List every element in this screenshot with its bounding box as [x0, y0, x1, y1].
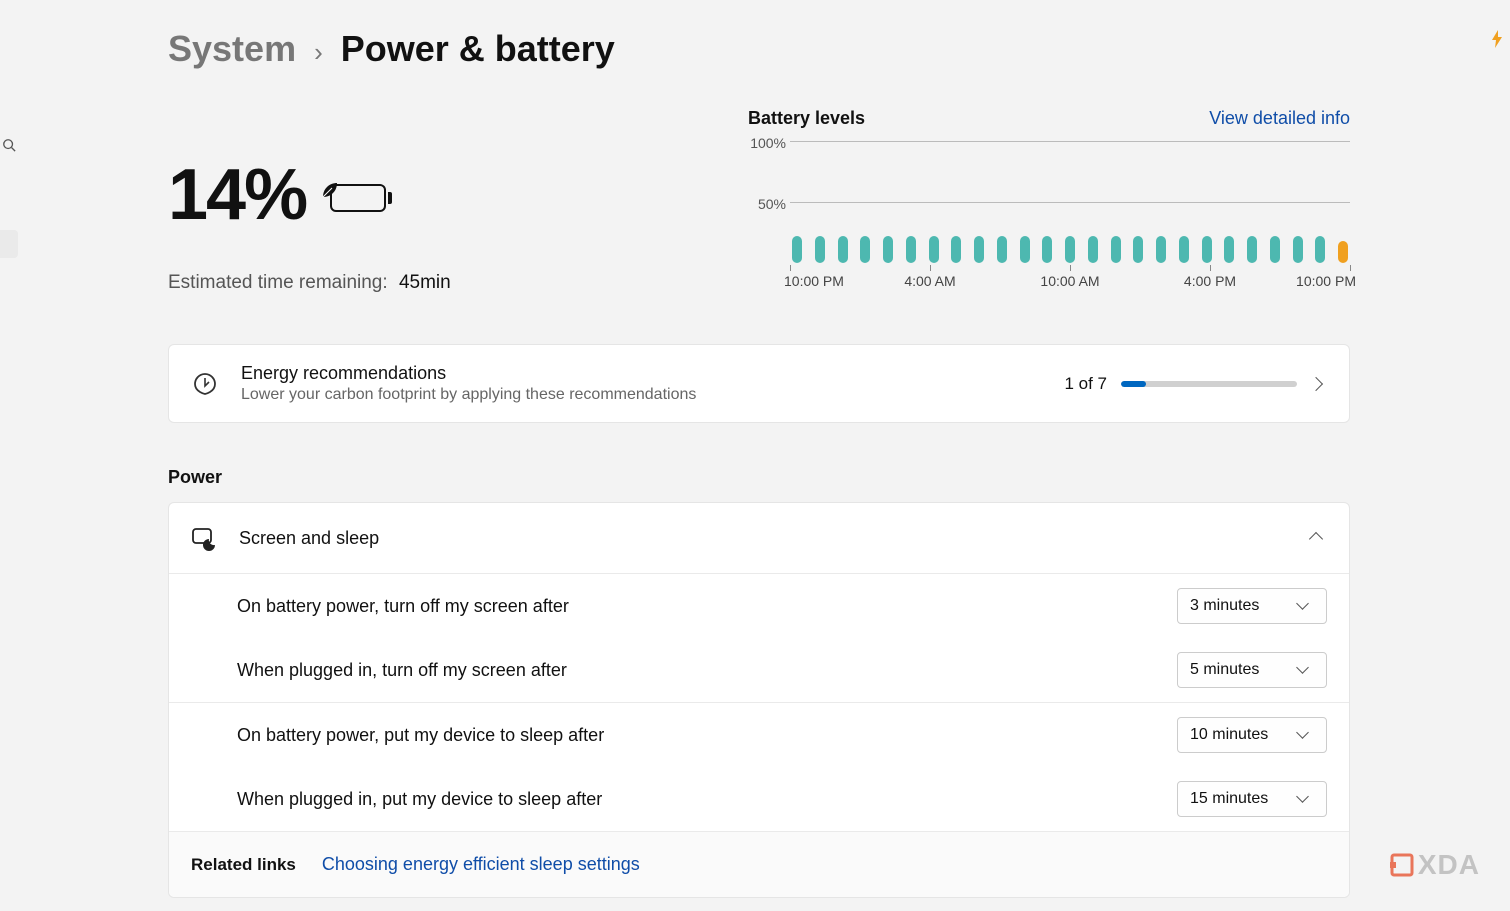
estimated-time-remaining: Estimated time remaining: 45min — [168, 272, 688, 294]
setting-row: When plugged in, put my device to sleep … — [169, 767, 1349, 831]
screen-sleep-icon — [191, 525, 217, 551]
chart-bar[interactable] — [997, 236, 1007, 263]
setting-row: On battery power, put my device to sleep… — [169, 702, 1349, 767]
x-axis-label: 4:00 PM — [1184, 273, 1236, 289]
chart-bar[interactable] — [883, 236, 893, 263]
chart-bar[interactable] — [1133, 236, 1143, 263]
setting-row: On battery power, turn off my screen aft… — [169, 573, 1349, 638]
chart-bar[interactable] — [1247, 236, 1257, 263]
chart-bar[interactable] — [1293, 236, 1303, 263]
x-axis-label: 10:00 PM — [1296, 273, 1356, 289]
energy-title: Energy recommendations — [241, 363, 1064, 384]
chart-bar[interactable] — [906, 236, 916, 263]
chevron-down-icon — [1298, 662, 1314, 678]
energy-subtitle: Lower your carbon footprint by applying … — [241, 386, 1064, 404]
chart-bar[interactable] — [1270, 236, 1280, 263]
chart-bar[interactable] — [1042, 236, 1052, 263]
related-link[interactable]: Choosing energy efficient sleep settings — [322, 854, 640, 875]
chevron-down-icon — [1298, 727, 1314, 743]
screen-sleep-header[interactable]: Screen and sleep — [169, 503, 1349, 573]
chart-bar[interactable] — [838, 236, 848, 263]
view-detailed-info-link[interactable]: View detailed info — [1209, 108, 1350, 129]
y-axis-label: 50% — [748, 196, 786, 212]
page-title: Power & battery — [341, 28, 615, 70]
screen-off-battery-dropdown[interactable]: 3 minutes — [1177, 588, 1327, 624]
chevron-right-icon — [1311, 376, 1327, 392]
related-links-row: Related links Choosing energy efficient … — [169, 831, 1349, 897]
battery-chart[interactable]: 100% 50% 10:00 PM4:00 AM10:00 AM4:00 PM1… — [748, 141, 1350, 291]
chevron-up-icon — [1311, 530, 1327, 546]
chart-bar[interactable] — [1338, 241, 1348, 263]
chevron-down-icon — [1298, 791, 1314, 807]
breadcrumb-parent[interactable]: System — [168, 28, 296, 70]
chart-bar[interactable] — [815, 236, 825, 263]
chevron-right-icon: › — [314, 37, 323, 68]
battery-icon — [326, 184, 390, 212]
chart-bar[interactable] — [974, 236, 984, 263]
screen-off-plugged-dropdown[interactable]: 5 minutes — [1177, 652, 1327, 688]
setting-label: When plugged in, put my device to sleep … — [237, 789, 602, 810]
leaf-icon — [320, 180, 340, 205]
chart-bar[interactable] — [860, 236, 870, 263]
breadcrumb: System › Power & battery — [168, 28, 1350, 70]
energy-progress — [1121, 381, 1297, 387]
nav-selection-pill — [0, 230, 18, 258]
power-section-label: Power — [168, 467, 1350, 488]
sleep-battery-dropdown[interactable]: 10 minutes — [1177, 717, 1327, 753]
y-axis-label: 100% — [748, 135, 786, 151]
setting-label: On battery power, put my device to sleep… — [237, 725, 604, 746]
watermark: XDA — [1390, 849, 1480, 881]
search-icon-edge — [0, 130, 18, 160]
screen-sleep-title: Screen and sleep — [239, 528, 1311, 549]
x-axis-label: 10:00 PM — [784, 273, 844, 289]
battery-percent: 14% — [168, 154, 306, 236]
chart-bar[interactable] — [1202, 236, 1212, 263]
energy-count: 1 of 7 — [1064, 374, 1107, 394]
related-links-label: Related links — [191, 855, 296, 875]
x-axis-label: 10:00 AM — [1040, 273, 1099, 289]
x-axis-label: 4:00 AM — [904, 273, 955, 289]
chart-bar[interactable] — [951, 236, 961, 263]
setting-label: On battery power, turn off my screen aft… — [237, 596, 569, 617]
chart-bar[interactable] — [792, 236, 802, 263]
chart-bar[interactable] — [1088, 236, 1098, 263]
energy-recommendations-card[interactable]: Energy recommendations Lower your carbon… — [168, 344, 1350, 423]
chart-bar[interactable] — [1156, 236, 1166, 263]
setting-label: When plugged in, turn off my screen afte… — [237, 660, 567, 681]
chart-bar[interactable] — [929, 236, 939, 263]
chart-bar[interactable] — [1224, 236, 1234, 263]
chart-bar[interactable] — [1065, 236, 1075, 263]
setting-row: When plugged in, turn off my screen afte… — [169, 638, 1349, 702]
sleep-plugged-dropdown[interactable]: 15 minutes — [1177, 781, 1327, 817]
screen-sleep-card: Screen and sleep On battery power, turn … — [168, 502, 1350, 898]
chart-bar[interactable] — [1020, 236, 1030, 263]
charging-icon — [1490, 30, 1504, 53]
chart-bar[interactable] — [1111, 236, 1121, 263]
chart-bar[interactable] — [1315, 236, 1325, 263]
energy-icon — [191, 370, 219, 398]
chart-title: Battery levels — [748, 108, 865, 129]
chart-bar[interactable] — [1179, 236, 1189, 263]
chevron-down-icon — [1298, 598, 1314, 614]
